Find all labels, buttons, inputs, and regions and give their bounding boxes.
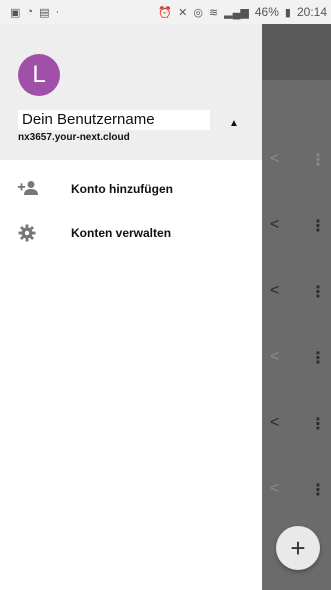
- mute-icon: ✕: [178, 6, 188, 19]
- username: Dein Benutzername: [22, 111, 155, 128]
- more-icon[interactable]: ⋮: [310, 348, 326, 368]
- status-right: ⏰ ✕ ◎ ≋ ▂▄▆ 46% ▮ 20:14: [158, 5, 327, 19]
- more-icon[interactable]: ⋮: [310, 150, 326, 170]
- drawer-header[interactable]: L Dein Benutzername nx3657.your-next.clo…: [0, 24, 262, 160]
- chevron-up-icon[interactable]: ▲: [229, 118, 239, 129]
- share-icon[interactable]: <: [270, 216, 279, 234]
- menu-item-add-account[interactable]: Konto hinzufügen: [0, 170, 262, 212]
- more-icon[interactable]: ⋮: [310, 282, 326, 302]
- menu-item-manage-accounts[interactable]: Konten verwalten: [0, 214, 262, 256]
- more-icon[interactable]: ⋮: [310, 480, 326, 500]
- sync-icon: ◔: [26, 6, 34, 18]
- server-address: nx3657.your-next.cloud: [18, 132, 130, 143]
- navigation-drawer: L Dein Benutzername nx3657.your-next.clo…: [0, 24, 262, 590]
- share-icon[interactable]: <: [270, 480, 279, 498]
- clock: 20:14: [296, 5, 327, 19]
- avatar[interactable]: L: [18, 54, 60, 96]
- battery-icon: ▮: [284, 6, 291, 19]
- list-item[interactable]: < ⋮: [262, 460, 331, 526]
- list-item[interactable]: < ⋮: [262, 394, 331, 460]
- menu-item-label: Konten verwalten: [71, 226, 172, 240]
- list-item[interactable]: < ⋮: [262, 130, 331, 196]
- share-icon[interactable]: <: [270, 150, 279, 168]
- wifi-icon: ≋: [208, 6, 219, 19]
- list-item[interactable]: < ⋮: [262, 262, 331, 328]
- share-icon[interactable]: <: [270, 282, 279, 300]
- status-bar: ▣ ◔ ▤ · ⏰ ✕ ◎ ≋ ▂▄▆ 46% ▮ 20:14: [0, 0, 331, 24]
- share-icon[interactable]: <: [270, 414, 279, 432]
- list-item[interactable]: < ⋮: [262, 196, 331, 262]
- more-icon[interactable]: ⋮: [310, 216, 326, 236]
- add-person-icon: [18, 180, 42, 200]
- signal-icon: ▂▄▆: [224, 6, 249, 19]
- status-left-icons: ▣ ◔ ▤ ·: [10, 6, 59, 19]
- dot-icon: ·: [55, 6, 60, 18]
- battery-percent: 46%: [254, 5, 279, 19]
- background-scrim[interactable]: < ⋮ < ⋮ < ⋮ < ⋮ < ⋮ < ⋮ +: [262, 24, 331, 590]
- more-icon[interactable]: ⋮: [310, 414, 326, 434]
- list-item[interactable]: < ⋮: [262, 328, 331, 394]
- add-fab-button[interactable]: +: [276, 526, 320, 570]
- menu-item-label: Konto hinzufügen: [71, 182, 173, 196]
- share-icon[interactable]: <: [270, 348, 279, 366]
- username-box: Dein Benutzername: [18, 110, 210, 130]
- alarm-icon: ⏰: [158, 6, 173, 19]
- gallery-icon: ▤: [39, 6, 50, 19]
- image-icon: ▣: [10, 6, 21, 19]
- nfc-icon: ◎: [193, 6, 203, 19]
- gear-icon: [18, 224, 42, 244]
- background-toolbar: [262, 24, 331, 80]
